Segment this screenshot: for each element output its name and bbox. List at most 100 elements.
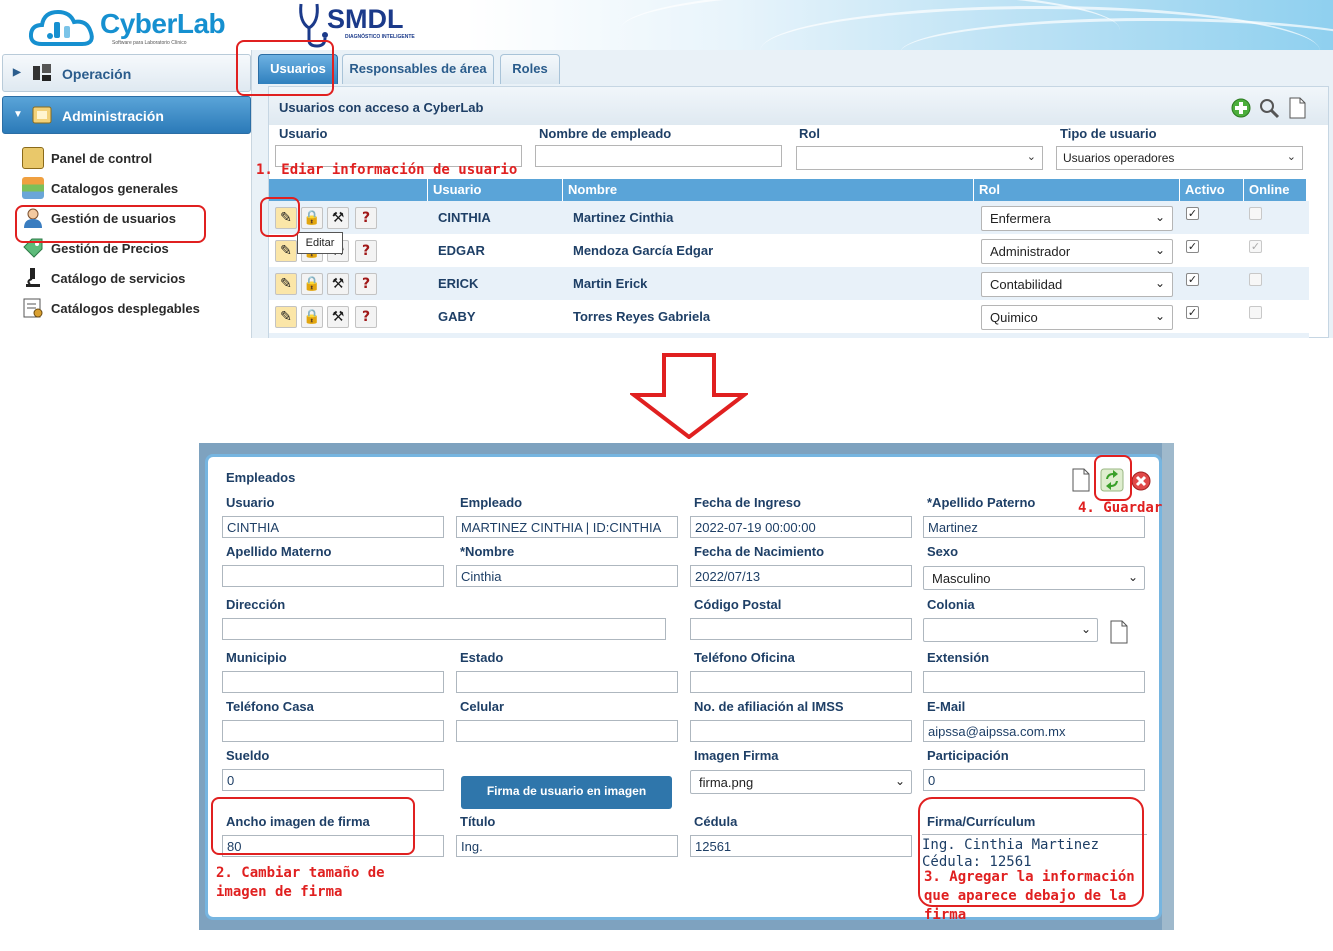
field-imss-label: No. de afiliación al IMSS xyxy=(694,699,844,714)
field-apellido-paterno-label: *Apellido Paterno xyxy=(927,495,1036,510)
row-rol-select[interactable]: Quimico ⌄ xyxy=(981,305,1173,330)
activo-checkbox[interactable]: ✓ xyxy=(1186,306,1199,319)
filter-empleado-input[interactable] xyxy=(535,145,782,167)
close-icon[interactable] xyxy=(1130,470,1152,492)
chevron-down-icon: ⌄ xyxy=(1127,570,1138,584)
sidebar-item-catalogos-desplegables[interactable]: Catálogos desplegables xyxy=(22,296,222,320)
field-nombre-input[interactable]: Cinthia xyxy=(456,565,678,587)
add-icon[interactable] xyxy=(1230,97,1252,119)
help-icon[interactable]: ? xyxy=(355,240,377,262)
sidebar-section-operacion[interactable]: ▶ Operación xyxy=(2,54,251,92)
field-imagen-firma-select[interactable]: firma.png ⌄ xyxy=(690,770,912,794)
field-codigo-postal-label: Código Postal xyxy=(694,597,782,612)
cell-usuario: ERICK xyxy=(438,276,479,291)
row-rol-select[interactable]: Administrador ⌄ xyxy=(981,239,1173,264)
firma-image-button[interactable]: Firma de usuario en imagen xyxy=(461,776,672,809)
field-apellido-paterno-input[interactable]: Martinez xyxy=(923,516,1145,538)
help-icon[interactable]: ? xyxy=(355,207,377,229)
field-email-label: E-Mail xyxy=(927,699,966,714)
chevron-right-icon: ▶ xyxy=(13,67,21,78)
broom-icon[interactable]: ⚒ xyxy=(327,207,349,229)
field-cedula-input[interactable]: 12561 xyxy=(690,835,912,857)
column-nombre[interactable]: Nombre xyxy=(563,179,974,201)
filter-rol-select[interactable]: ⌄ xyxy=(796,146,1043,170)
annotation-line: imagen de firma xyxy=(216,884,343,900)
edit-tooltip: Editar xyxy=(297,232,343,254)
lock-icon[interactable]: 🔒 xyxy=(301,306,323,328)
field-celular-input[interactable] xyxy=(456,720,678,742)
field-estado-input[interactable] xyxy=(456,671,678,693)
column-activo[interactable]: Activo xyxy=(1180,179,1244,201)
field-sueldo-input[interactable]: 0 xyxy=(222,769,444,791)
filter-tipo-select[interactable]: Usuarios operadores ⌄ xyxy=(1056,146,1303,170)
cyberlab-logo-text: CyberLab xyxy=(100,8,226,39)
highlight-tab-usuarios xyxy=(236,40,334,96)
sidebar-item-catalogos-generales[interactable]: Catalogos generales xyxy=(22,176,222,200)
field-cedula-label: Cédula xyxy=(694,814,738,829)
field-imss-input[interactable] xyxy=(690,720,912,742)
column-usuario[interactable]: Usuario xyxy=(428,179,563,201)
online-checkbox xyxy=(1249,207,1262,220)
lock-icon[interactable]: 🔒 xyxy=(301,273,323,295)
sidebar-section-administracion[interactable]: ▼ Administración xyxy=(2,96,251,134)
sidebar-item-catalogo-de-servicios[interactable]: Catálogo de servicios xyxy=(22,266,222,290)
user-management-screen: CyberLab Software para Laboratorio Clíni… xyxy=(0,0,1333,338)
field-municipio-input[interactable] xyxy=(222,671,444,693)
smdl-logo-text: SMDL xyxy=(327,4,404,34)
sidebar-item-panel-de-control[interactable]: Panel de control xyxy=(22,146,222,170)
column-rol[interactable]: Rol xyxy=(974,179,1180,201)
search-icon[interactable] xyxy=(1258,97,1280,119)
cyberlab-logo: CyberLab Software para Laboratorio Clíni… xyxy=(28,2,228,50)
column-online[interactable]: Online xyxy=(1244,179,1307,201)
row-rol-select[interactable]: Contabilidad ⌄ xyxy=(981,272,1173,297)
edit-pencil-icon[interactable]: ✎ xyxy=(275,306,297,328)
field-empleado-label: Empleado xyxy=(460,495,523,510)
field-fecha-ingreso-input[interactable]: 2022-07-19 00:00:00 xyxy=(690,516,912,538)
field-extension-input[interactable] xyxy=(923,671,1145,693)
field-codigo-postal-input[interactable] xyxy=(690,618,912,640)
field-email-input[interactable]: aipssa@aipssa.com.mx xyxy=(923,720,1145,742)
field-usuario-input[interactable]: CINTHIA xyxy=(222,516,444,538)
field-usuario-label: Usuario xyxy=(226,495,275,510)
field-telefono-casa-input[interactable] xyxy=(222,720,444,742)
panel-header: Usuarios con acceso a CyberLab xyxy=(269,87,1328,125)
activo-checkbox[interactable]: ✓ xyxy=(1186,207,1199,220)
help-icon[interactable]: ? xyxy=(355,306,377,328)
filter-tipo-label: Tipo de usuario xyxy=(1060,126,1157,141)
main-content: Usuarios Responsables de área Roles Usua… xyxy=(252,50,1333,338)
broom-icon[interactable]: ⚒ xyxy=(327,273,349,295)
tab-responsables-de-area[interactable]: Responsables de área xyxy=(342,54,494,84)
highlight-firma-curriculum xyxy=(918,797,1144,907)
field-telefono-oficina-input[interactable] xyxy=(690,671,912,693)
activo-checkbox[interactable]: ✓ xyxy=(1186,240,1199,253)
employee-dialog: Empleados Usuario CINTHIA Empleado MARTI… xyxy=(205,454,1162,923)
catalog-icon xyxy=(22,177,44,199)
grid-header: Usuario Nombre Rol Activo Online xyxy=(269,179,1309,201)
new-document-icon[interactable] xyxy=(1286,97,1308,119)
field-empleado-input[interactable]: MARTINEZ CINTHIA | ID:CINTHIA xyxy=(456,516,678,538)
cell-nombre: Martinez Cinthia xyxy=(573,210,674,225)
field-telefono-casa-label: Teléfono Casa xyxy=(226,699,314,714)
chevron-down-icon: ▼ xyxy=(13,109,23,120)
field-apellido-materno-input[interactable] xyxy=(222,565,444,587)
field-extension-label: Extensión xyxy=(927,650,990,665)
activo-checkbox[interactable]: ✓ xyxy=(1186,273,1199,286)
edit-pencil-icon[interactable]: ✎ xyxy=(275,240,297,262)
new-document-icon[interactable] xyxy=(1070,468,1092,492)
field-sexo-select[interactable]: Masculino ⌄ xyxy=(923,566,1145,590)
row-rol-select[interactable]: Enfermera ⌄ xyxy=(981,206,1173,231)
field-titulo-input[interactable]: Ing. xyxy=(456,835,678,857)
help-icon[interactable]: ? xyxy=(355,273,377,295)
new-document-icon[interactable] xyxy=(1108,620,1130,644)
field-colonia-select[interactable]: ⌄ xyxy=(923,618,1098,642)
field-fecha-nacimiento-input[interactable]: 2022/07/13 xyxy=(690,565,912,587)
tab-roles[interactable]: Roles xyxy=(500,54,560,84)
cell-usuario: EDGAR xyxy=(438,243,485,258)
lock-icon[interactable]: 🔒 xyxy=(301,207,323,229)
broom-icon[interactable]: ⚒ xyxy=(327,306,349,328)
sidebar-item-label: Catalogos generales xyxy=(51,181,179,196)
chevron-down-icon: ⌄ xyxy=(1154,210,1165,224)
field-participacion-input[interactable]: 0 xyxy=(923,769,1145,791)
field-direccion-input[interactable] xyxy=(222,618,666,640)
edit-pencil-icon[interactable]: ✎ xyxy=(275,273,297,295)
